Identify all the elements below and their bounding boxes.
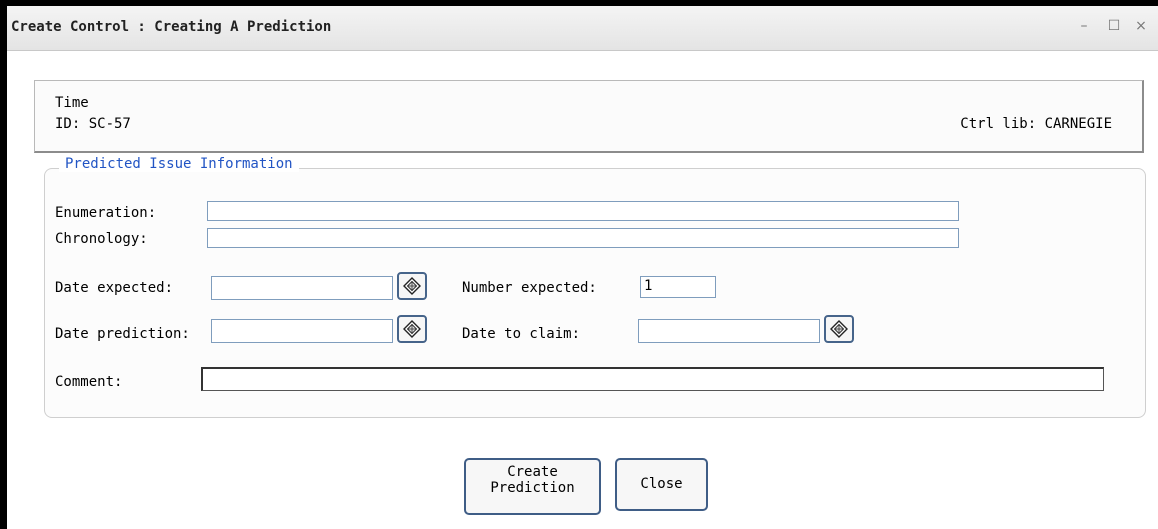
comment-label: Comment: [55,374,123,390]
date-expected-label: Date expected: [55,280,174,296]
calendar-diamond-icon [403,320,421,338]
control-library: Ctrl lib: CARNEGIE [960,116,1112,132]
date-to-claim-input[interactable] [638,319,820,343]
date-expected-calendar-button[interactable] [397,272,427,300]
chronology-label: Chronology: [55,231,148,247]
date-to-claim-label: Date to claim: [462,326,581,342]
enumeration-label: Enumeration: [55,205,157,221]
comment-input[interactable] [201,367,1104,391]
control-type: Time [55,95,89,111]
create-prediction-label-line2: Prediction [490,480,575,496]
chronology-input[interactable] [207,228,959,248]
calendar-diamond-icon [830,320,848,338]
control-info-panel: Time ID: SC-57 Ctrl lib: CARNEGIE [34,80,1144,153]
calendar-diamond-icon [403,277,421,295]
date-prediction-label: Date prediction: [55,326,190,342]
create-prediction-label-line1: Create [507,464,558,480]
date-to-claim-calendar-button[interactable] [824,315,854,343]
number-expected-label: Number expected: [462,280,597,296]
window-title: Create Control : Creating A Prediction [11,19,332,35]
close-icon[interactable]: × [1132,17,1150,35]
group-legend: Predicted Issue Information [59,156,299,172]
date-prediction-input[interactable] [211,319,393,343]
dialog-window: Create Control : Creating A Prediction –… [0,0,1158,529]
control-id: ID: SC-57 [55,116,131,132]
enumeration-input[interactable] [207,201,959,221]
title-bar[interactable]: Create Control : Creating A Prediction –… [7,6,1158,51]
date-expected-input[interactable] [211,276,393,300]
number-expected-input[interactable]: 1 [640,276,716,298]
maximize-icon[interactable]: ☐ [1105,17,1123,35]
create-prediction-button[interactable]: Create Prediction [464,458,601,515]
minimize-icon[interactable]: – [1075,17,1093,35]
close-button[interactable]: Close [615,458,708,511]
date-prediction-calendar-button[interactable] [397,315,427,343]
